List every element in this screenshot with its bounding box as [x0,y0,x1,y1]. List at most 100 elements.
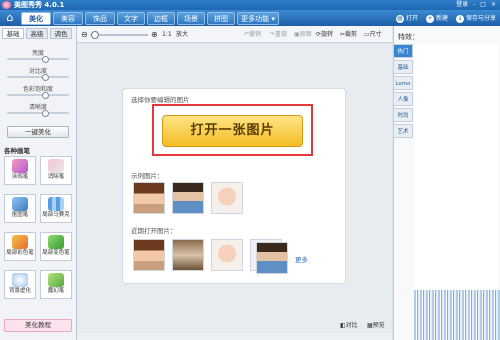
tab-collage[interactable]: 拼图 [207,12,235,25]
app-title: 美图秀秀 4.0.1 [14,1,65,9]
saturation-slider[interactable] [7,92,69,99]
tab-beautify[interactable]: 美化 [21,12,51,25]
effects-tab-fashion[interactable]: 时尚 [393,108,413,122]
effects-tab-art[interactable]: 艺术 [393,124,413,138]
undo-button[interactable]: ↶撤销 [244,30,261,39]
cutout-pen-icon [12,197,28,211]
brush-doodle[interactable]: 涂鸦笔 [4,156,36,185]
home-icon[interactable]: ⌂ [3,12,17,24]
original-button[interactable]: ▣原图 [294,30,312,39]
sample-images-label: 示例图片： [131,172,164,180]
brush-cutout[interactable]: 抠图笔 [4,194,36,223]
contrast-slider[interactable] [7,74,69,81]
sharpness-label: 清晰度 [28,104,47,111]
zoom-out-icon[interactable]: ⊖ [81,30,88,39]
recent-thumb-5[interactable] [256,242,288,274]
folder-icon: ▤ [395,14,404,23]
brush-background-blur[interactable]: 背景虚化 [4,270,36,299]
brush-label: 局部变色笔 [42,250,70,256]
tab-scenes[interactable]: 场景 [177,12,205,25]
brush-label: 消除笔 [47,174,65,180]
effects-title: 特效： [398,33,419,41]
sample-thumb-3[interactable] [211,182,243,214]
tab-beauty[interactable]: 美容 [53,12,83,25]
decorative-noise [414,290,500,340]
open-label: 打开 [405,15,418,22]
effects-tab-lomo[interactable]: Lomo [393,76,413,90]
minimize-button[interactable]: - [473,0,475,10]
slider-knob[interactable] [42,110,49,117]
brush-eraser[interactable]: 消除笔 [40,156,72,185]
eraser-icon [48,159,64,173]
contrast-label: 对比度 [28,68,47,75]
left-tab-advanced[interactable]: 高级 [26,28,48,39]
doodle-brush-icon [12,159,28,173]
resize-button[interactable]: ▭尺寸 [364,30,382,39]
one-click-beautify-button[interactable]: 一键美化 [7,126,69,138]
more-images-link[interactable]: 更多 [295,254,308,264]
compare-button[interactable]: ◧对比 [340,321,358,330]
title-bar [0,0,500,10]
tab-text[interactable]: 文字 [117,12,145,25]
sample-thumb-2[interactable] [172,182,204,214]
recent-images-label: 近期打开图片： [131,227,177,235]
slider-knob[interactable] [42,74,49,81]
open-image-button[interactable]: 打开一张图片 [162,115,303,147]
preview-label: 预览 [372,322,385,329]
recent-thumb-2[interactable] [172,239,204,271]
save-share-action[interactable]: ↓ 保存与分享 [455,12,496,25]
preview-button[interactable]: ▦预览 [367,321,385,330]
brush-magic[interactable]: 魔幻笔 [40,270,72,299]
original-label: 原图 [299,31,312,38]
recent-thumb-1[interactable] [133,239,165,271]
open-action[interactable]: ▤ 打开 [395,12,418,25]
tab-more-functions[interactable]: 更多功能 ▾ [237,12,279,25]
brightness-slider[interactable] [7,56,69,63]
brush-label: 涂鸦笔 [11,174,29,180]
save-share-label: 保存与分享 [465,15,496,22]
recent-thumb-3[interactable] [211,239,243,271]
redo-label: 重做 [275,31,288,38]
compare-label: 对比 [345,322,358,329]
slider-knob[interactable] [42,92,49,99]
effects-tab-portrait[interactable]: 人像 [393,92,413,106]
brushes-title: 各种画笔 [4,147,30,155]
mosaic-icon [48,197,64,211]
brush-color-change[interactable]: 局部变色笔 [40,232,72,261]
close-button[interactable]: × [491,0,496,10]
zoom-knob[interactable] [91,31,99,39]
fit-button[interactable]: 1:1 [162,30,172,39]
redo-button[interactable]: ↷重做 [270,30,287,39]
left-tab-color[interactable]: 调色 [50,28,72,39]
maximize-button[interactable]: □ [480,0,486,10]
tab-frames[interactable]: 边框 [147,12,175,25]
zoom-in-label[interactable]: 放大 [176,30,188,39]
crop-button[interactable]: ✂裁剪 [340,30,357,39]
one-click-label: 一键美化 [25,128,51,136]
save-icon: ↓ [455,14,464,23]
slider-knob[interactable] [42,56,49,63]
brush-label: 抠图笔 [11,212,29,218]
left-tab-basic[interactable]: 基础 [2,28,24,39]
beautify-tutorial-button[interactable]: 美化教程 [4,319,72,332]
sharpness-slider[interactable] [7,110,69,117]
sample-thumb-1[interactable] [133,182,165,214]
header-actions: ▤ 打开 + 新建 ↓ 保存与分享 [395,12,496,25]
status-bar [77,333,392,340]
new-action[interactable]: + 新建 [425,12,448,25]
rotate-button[interactable]: ⟳旋转 [316,30,333,39]
crop-label: 裁剪 [345,31,358,38]
tutorial-label: 美化教程 [25,321,51,329]
zoom-in-icon[interactable]: ⊕ [151,30,158,39]
effects-tab-hot[interactable]: 热门 [393,44,413,58]
select-image-label: 选择你要编辑的图片 [131,96,190,104]
window-controls: 登录 - □ × [456,0,496,10]
plus-icon: + [425,14,434,23]
magic-wand-icon [48,273,64,287]
effects-tab-basic[interactable]: 基础 [393,60,413,74]
login-link[interactable]: 登录 [456,0,468,10]
tab-accessories[interactable]: 饰品 [85,12,115,25]
brush-mosaic[interactable]: 局部马赛克 [40,194,72,223]
brush-label: 魔幻笔 [47,288,65,294]
brush-local-color[interactable]: 局部彩色笔 [4,232,36,261]
